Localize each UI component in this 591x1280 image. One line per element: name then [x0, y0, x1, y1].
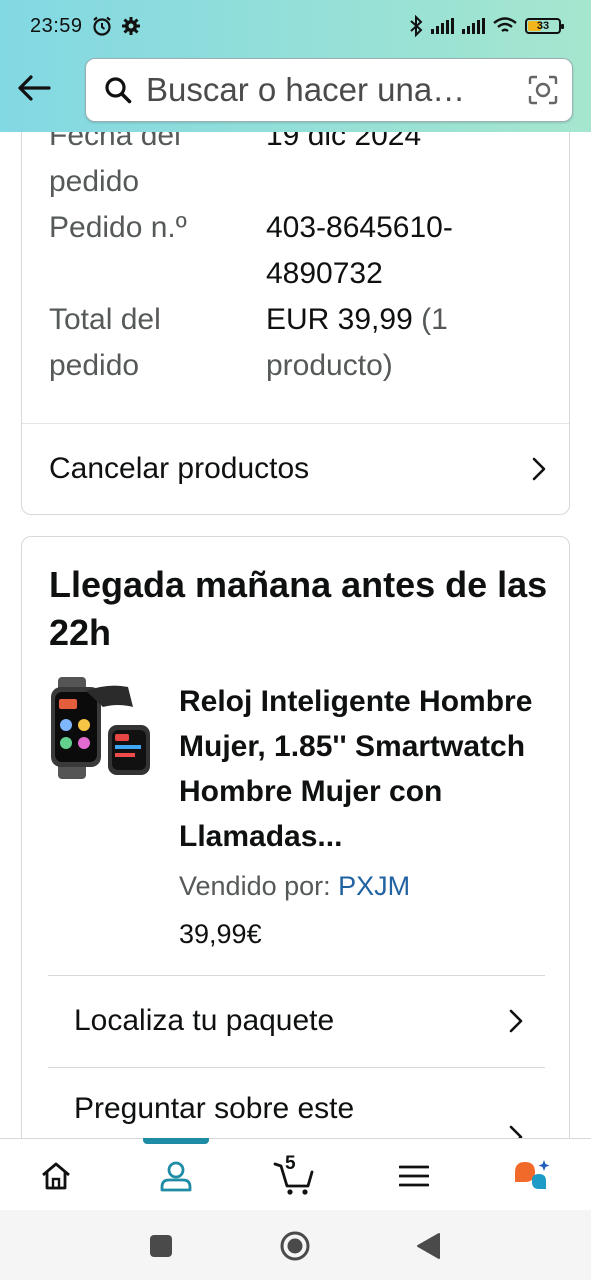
- product-title-link[interactable]: Reloj Inteligente Hombre Mujer, 1.85'' S…: [179, 679, 549, 859]
- user-icon: [160, 1161, 192, 1192]
- search-icon: [105, 77, 132, 104]
- status-time: 23:59: [30, 14, 83, 37]
- chevron-right-icon: [532, 457, 546, 481]
- chat-assistant-icon: [515, 1160, 550, 1189]
- triangle-back-icon: [417, 1233, 440, 1259]
- alarm-icon: [92, 16, 111, 36]
- bluetooth-icon: [410, 15, 423, 37]
- cancel-products-label: Cancelar productos: [49, 452, 310, 485]
- app-header: 23:59 33 Buscar o hacer una…: [0, 0, 591, 132]
- order-total-row: Total del pedido EUR 39,99 (1 producto): [49, 297, 549, 389]
- signal-1-icon: [431, 18, 454, 34]
- order-details-card: Fecha del pedido 19 dic 2024 Pedido n.º …: [21, 132, 570, 515]
- product-thumbnail[interactable]: [48, 677, 158, 787]
- search-input[interactable]: [146, 71, 528, 109]
- system-navigation-bar: [0, 1210, 591, 1280]
- hamburger-menu-icon: [399, 1165, 429, 1187]
- bottom-navigation: 5: [0, 1138, 591, 1210]
- ask-about-product-label: Preguntar sobre este: [74, 1092, 355, 1125]
- nav-menu[interactable]: [384, 1151, 444, 1201]
- nav-account[interactable]: [146, 1151, 206, 1201]
- battery-level: 33: [536, 20, 550, 32]
- shipment-card: Llegada mañana antes de las 22h Reloj In…: [21, 536, 570, 1138]
- wifi-icon: [493, 17, 517, 32]
- order-number-row: Pedido n.º 403-8645610-4890732: [49, 205, 549, 297]
- order-date-label: Fecha del pedido: [49, 132, 181, 198]
- ask-about-product-link[interactable]: Preguntar sobre este: [74, 1068, 524, 1138]
- chevron-right-icon: [509, 1009, 523, 1033]
- back-button[interactable]: [14, 68, 54, 108]
- square-icon: [150, 1235, 172, 1257]
- arrival-title: Llegada mañana antes de las 22h: [49, 564, 548, 653]
- order-number-label: Pedido n.º: [49, 211, 187, 244]
- nav-home[interactable]: [26, 1151, 86, 1201]
- circle-home-icon: [280, 1231, 310, 1261]
- battery-icon: 33: [525, 18, 564, 34]
- order-total-value: EUR 39,99: [266, 303, 413, 336]
- camera-scan-icon[interactable]: [528, 75, 558, 105]
- order-date-row: Fecha del pedido 19 dic 2024: [49, 132, 549, 205]
- order-content[interactable]: Fecha del pedido 19 dic 2024 Pedido n.º …: [0, 132, 591, 1138]
- track-package-link[interactable]: Localiza tu paquete: [74, 976, 524, 1066]
- active-tab-indicator: [143, 1138, 209, 1144]
- search-bar[interactable]: [85, 58, 573, 122]
- seller-label: Vendido por:: [179, 871, 331, 901]
- recent-apps-button[interactable]: [145, 1230, 177, 1262]
- settings-gear-icon: [121, 17, 140, 35]
- seller-info: Vendido por: PXJM: [179, 871, 410, 902]
- track-package-label: Localiza tu paquete: [74, 1004, 335, 1037]
- cart-count-badge: 5: [285, 1153, 296, 1174]
- signal-2-icon: [462, 18, 485, 34]
- nav-cart[interactable]: 5: [264, 1151, 324, 1201]
- status-bar: 23:59 33: [0, 0, 591, 52]
- order-number-value: 403-8645610-4890732: [266, 211, 453, 290]
- nav-rufus-assistant[interactable]: [502, 1151, 562, 1201]
- chevron-right-icon: [509, 1125, 523, 1138]
- home-icon: [42, 1162, 70, 1190]
- order-date-value: 19 dic 2024: [266, 132, 422, 152]
- arrow-left-icon: [18, 75, 51, 101]
- order-total-value-wrap: EUR 39,99 (1 producto): [266, 297, 546, 389]
- back-system-button[interactable]: [412, 1230, 444, 1262]
- order-total-label: Total del pedido: [49, 303, 161, 382]
- seller-link[interactable]: PXJM: [338, 871, 410, 901]
- cancel-products-link[interactable]: Cancelar productos: [49, 424, 547, 514]
- home-system-button[interactable]: [279, 1230, 311, 1262]
- product-price: 39,99€: [179, 919, 262, 949]
